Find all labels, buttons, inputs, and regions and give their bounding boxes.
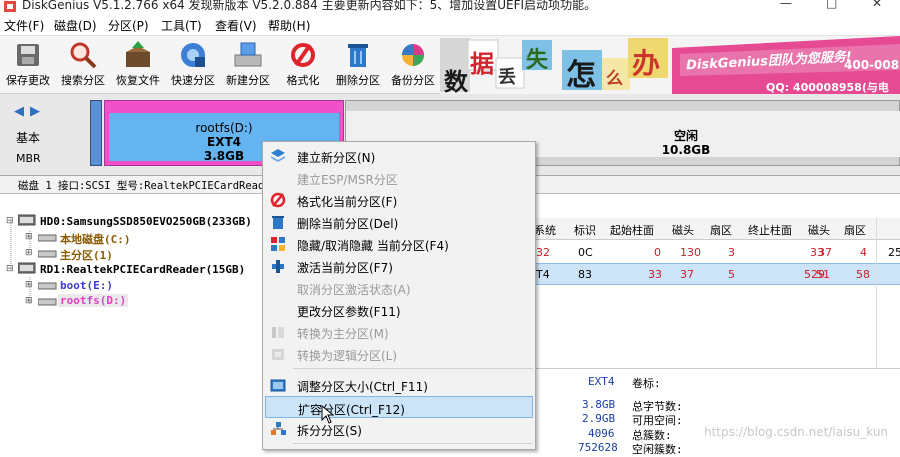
partition-style-label: MBR <box>16 152 41 165</box>
menu-item-resize[interactable]: 调整分区大小(Ctrl_F11) <box>265 374 533 396</box>
context-menu: 建立新分区(N) 建立ESP/MSR分区 格式化当前分区(F) 删除当前分区(D… <box>262 141 536 450</box>
new-partition-icon <box>232 40 264 70</box>
watermark-text: https://blog.csdn.net/laisu_kun <box>704 425 889 439</box>
backup-icon <box>397 40 429 70</box>
menu-disk[interactable]: 磁盘(D) <box>54 17 97 34</box>
banner-ad[interactable]: 数 据 丢 失 怎 么 办 DiskGenius团队为您服务! 400-008 … <box>440 36 900 94</box>
to-logical-icon <box>272 349 284 360</box>
detail-free-clusters: 752628 <box>578 441 618 454</box>
collapse-icon[interactable]: ⊟ <box>6 216 14 226</box>
unallocated-strip[interactable] <box>90 100 102 166</box>
menu-item-new-partition[interactable]: 建立新分区(N) <box>265 145 533 167</box>
menu-item-to-primary[interactable]: 转换为主分区(M) <box>265 321 533 343</box>
recover-files-button[interactable]: 恢复文件 <box>110 38 166 92</box>
menu-item-delete[interactable]: 删除当前分区(Del) <box>265 211 533 233</box>
magnifier-icon <box>67 40 99 70</box>
activate-icon <box>272 260 284 273</box>
prev-disk-arrow-icon[interactable]: ◀ <box>14 104 24 119</box>
mouse-cursor-icon <box>321 405 335 424</box>
menu-item-hide-unhide[interactable]: 隐藏/取消隐藏 当前分区(F4) <box>265 233 533 255</box>
window-title: DiskGenius V5.1.2.766 x64 发现新版本 V5.2.0.8… <box>22 0 597 12</box>
maximize-button[interactable]: □ <box>826 0 837 10</box>
minimize-button[interactable]: — <box>780 0 792 10</box>
disk-icon <box>17 214 36 229</box>
format-button[interactable]: 格式化 <box>275 38 331 92</box>
save-changes-button[interactable]: 保存更改 <box>0 38 56 92</box>
menu-item-activate[interactable]: 激活当前分区(F7) <box>265 255 533 277</box>
partition-icon <box>37 232 58 246</box>
detail-free-space: 2.9GB <box>582 412 616 425</box>
trash-can-icon <box>272 216 284 229</box>
tree-disk-hd0[interactable]: HD0:SamsungSSD850EVO250GB(233GB) <box>40 215 252 228</box>
hide-icon <box>271 237 285 251</box>
expand-icon[interactable]: ⊞ <box>25 248 33 258</box>
new-partition-button[interactable]: 新建分区 <box>220 38 276 92</box>
layers-icon <box>271 149 285 162</box>
disk-tree: ⊟ HD0:SamsungSSD850EVO250GB(233GB) ⊞ 本地磁… <box>0 194 282 450</box>
expand-icon[interactable]: ⊞ <box>25 296 33 306</box>
partition-icon <box>37 296 58 310</box>
menu-file[interactable]: 文件(F) <box>4 17 44 34</box>
menu-item-split[interactable]: 拆分分区(S) <box>265 418 533 440</box>
menu-help[interactable]: 帮助(H) <box>268 17 310 34</box>
partition-icon <box>37 248 58 262</box>
disk-type-label: 基本 <box>16 131 41 145</box>
toolbar: 保存更改 搜索分区 恢复文件 快速分区 新建分区 格式化 删除分区 备份分区 <box>0 36 440 94</box>
menu-view[interactable]: 查看(V) <box>215 17 257 34</box>
recover-box-icon <box>122 40 154 70</box>
menu-item-deactivate[interactable]: 取消分区激活状态(A) <box>265 277 533 299</box>
to-primary-icon <box>272 327 284 338</box>
menu-item-change-params[interactable]: 更改分区参数(F11) <box>265 299 533 321</box>
expand-icon[interactable]: ⊞ <box>25 232 33 242</box>
trash-can-icon <box>342 40 374 70</box>
format-icon <box>287 40 319 70</box>
detail-fs: EXT4 <box>588 375 615 388</box>
format-icon <box>270 192 286 208</box>
quick-partition-button[interactable]: 快速分区 <box>165 38 221 92</box>
save-icon <box>12 40 44 70</box>
menu-partition[interactable]: 分区(P) <box>108 17 149 34</box>
app-logo-icon <box>4 1 16 12</box>
search-partition-button[interactable]: 搜索分区 <box>55 38 111 92</box>
backup-partition-button[interactable]: 备份分区 <box>385 38 441 92</box>
menu-separator <box>293 368 533 369</box>
close-button[interactable]: ✕ <box>872 0 882 10</box>
expand-icon[interactable]: ⊞ <box>25 280 33 290</box>
menu-item-create-esp-msr[interactable]: 建立ESP/MSR分区 <box>265 167 533 189</box>
collapse-icon[interactable]: ⊟ <box>6 264 14 274</box>
resize-icon <box>270 379 286 392</box>
delete-partition-button[interactable]: 删除分区 <box>330 38 386 92</box>
menu-item-format[interactable]: 格式化当前分区(F) <box>265 189 533 211</box>
split-icon <box>271 422 286 435</box>
menu-item-to-logical[interactable]: 转换为逻辑分区(L) <box>265 343 533 365</box>
next-disk-arrow-icon[interactable]: ▶ <box>30 104 40 119</box>
tree-primary-partition[interactable]: 主分区(1) <box>60 247 113 263</box>
menu-item-extend[interactable]: 扩容分区(Ctrl_F12) <box>265 396 533 418</box>
tree-partition-rootfs[interactable]: rootfs(D:) <box>58 294 129 307</box>
menu-separator <box>293 443 533 444</box>
tree-disk-rd1[interactable]: RD1:RealtekPCIECardReader(15GB) <box>40 263 245 276</box>
detail-volume-label: 卷标: <box>632 377 661 390</box>
title-bar: DiskGenius V5.1.2.766 x64 发现新版本 V5.2.0.8… <box>0 0 900 14</box>
quick-partition-icon <box>177 40 209 70</box>
detail-total-bytes: 3.8GB <box>582 398 616 411</box>
tree-partition-boot[interactable]: boot(E:) <box>60 279 113 292</box>
detail-total-clusters: 4096 <box>588 427 615 440</box>
tree-partition-c[interactable]: 本地磁盘(C:) <box>60 231 131 247</box>
menu-bar: 文件(F) 磁盘(D) 分区(P) 工具(T) 查看(V) 帮助(H) <box>0 14 900 36</box>
menu-tools[interactable]: 工具(T) <box>161 17 202 34</box>
disk-icon <box>17 262 36 277</box>
partition-name: rootfs(D:) <box>195 121 253 135</box>
partition-icon <box>37 280 58 294</box>
